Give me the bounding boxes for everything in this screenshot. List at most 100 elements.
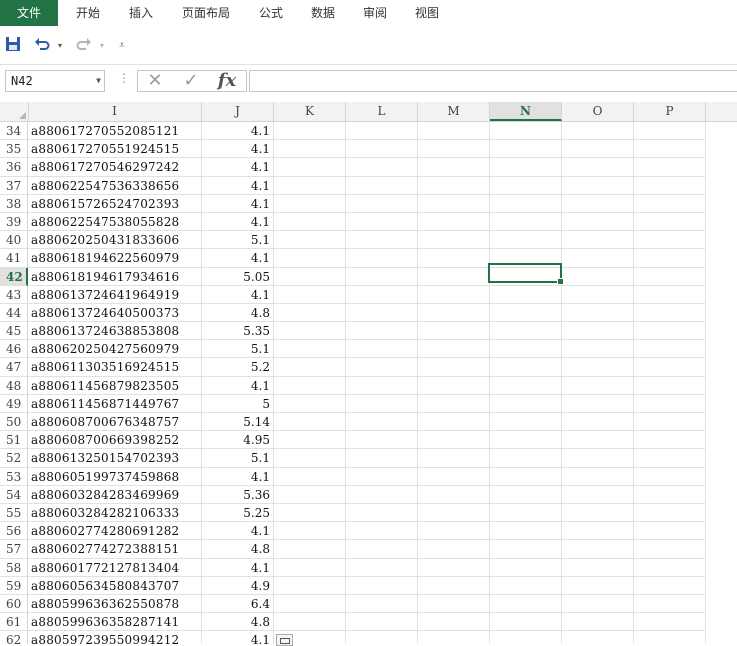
- cell-i[interactable]: a880603284282106333: [28, 503, 202, 523]
- row-header[interactable]: 35: [0, 140, 28, 159]
- empty-cell[interactable]: [490, 576, 562, 595]
- cell-j[interactable]: 4.1: [202, 631, 274, 644]
- empty-cell[interactable]: [346, 285, 418, 304]
- name-box[interactable]: N42 ▼: [5, 70, 105, 92]
- empty-cell[interactable]: [346, 576, 418, 595]
- empty-cell[interactable]: [346, 340, 418, 359]
- empty-cell[interactable]: [346, 485, 418, 504]
- row-header[interactable]: 60: [0, 594, 28, 614]
- select-all-button[interactable]: [0, 102, 29, 121]
- empty-cell[interactable]: [490, 340, 562, 359]
- empty-cell[interactable]: [562, 140, 634, 159]
- empty-cell[interactable]: [490, 376, 562, 395]
- cell-i[interactable]: a880601772127813404: [28, 558, 202, 577]
- cell-i[interactable]: a880611456879823505: [28, 376, 202, 395]
- empty-cell[interactable]: [562, 231, 634, 250]
- empty-cell[interactable]: [490, 322, 562, 341]
- cell-j[interactable]: 4.1: [202, 140, 274, 159]
- empty-cell[interactable]: [346, 267, 418, 286]
- empty-cell[interactable]: [346, 394, 418, 413]
- cell-j[interactable]: 4.1: [202, 176, 274, 195]
- cell-i[interactable]: a880602774272388151: [28, 540, 202, 559]
- empty-cell[interactable]: [562, 558, 634, 577]
- column-header-l[interactable]: L: [346, 102, 418, 121]
- cell-j[interactable]: 5.25: [202, 503, 274, 523]
- empty-cell[interactable]: [490, 594, 562, 614]
- empty-cell[interactable]: [418, 176, 490, 195]
- empty-cell[interactable]: [634, 194, 706, 213]
- empty-cell[interactable]: [490, 613, 562, 632]
- empty-cell[interactable]: [490, 303, 562, 323]
- cell-j[interactable]: 4.1: [202, 194, 274, 213]
- empty-cell[interactable]: [346, 431, 418, 450]
- empty-cell[interactable]: [274, 594, 346, 614]
- empty-cell[interactable]: [418, 194, 490, 213]
- cell-i[interactable]: a880611303516924515: [28, 358, 202, 377]
- empty-cell[interactable]: [562, 358, 634, 377]
- empty-cell[interactable]: [562, 340, 634, 359]
- cell-i[interactable]: a880620250431833606: [28, 231, 202, 250]
- empty-cell[interactable]: [490, 231, 562, 250]
- cell-i[interactable]: a880603284283469969: [28, 485, 202, 504]
- row-header[interactable]: 37: [0, 176, 28, 195]
- cell-j[interactable]: 4.1: [202, 467, 274, 486]
- row-header[interactable]: 58: [0, 558, 28, 577]
- cell-i[interactable]: a880605199737459868: [28, 467, 202, 486]
- empty-cell[interactable]: [274, 613, 346, 632]
- empty-cell[interactable]: [274, 140, 346, 159]
- empty-cell[interactable]: [346, 194, 418, 213]
- empty-cell[interactable]: [562, 576, 634, 595]
- insert-function-icon[interactable]: fx: [214, 71, 240, 91]
- empty-cell[interactable]: [490, 140, 562, 159]
- cell-i[interactable]: a880602774280691282: [28, 522, 202, 541]
- cell-j[interactable]: 5: [202, 394, 274, 413]
- empty-cell[interactable]: [274, 176, 346, 195]
- empty-cell[interactable]: [346, 449, 418, 468]
- empty-cell[interactable]: [562, 394, 634, 413]
- empty-cell[interactable]: [274, 303, 346, 323]
- formula-input[interactable]: [249, 70, 737, 92]
- empty-cell[interactable]: [418, 449, 490, 468]
- empty-cell[interactable]: [274, 322, 346, 341]
- empty-cell[interactable]: [418, 322, 490, 341]
- chevron-down-icon[interactable]: ▼: [96, 71, 101, 91]
- cell-j[interactable]: 5.1: [202, 449, 274, 468]
- empty-cell[interactable]: [562, 467, 634, 486]
- empty-cell[interactable]: [634, 594, 706, 614]
- cell-j[interactable]: 4.95: [202, 431, 274, 450]
- cell-i[interactable]: a880615726524702393: [28, 194, 202, 213]
- row-header[interactable]: 61: [0, 613, 28, 632]
- empty-cell[interactable]: [490, 122, 562, 141]
- empty-cell[interactable]: [634, 322, 706, 341]
- row-header[interactable]: 54: [0, 485, 28, 504]
- empty-cell[interactable]: [490, 558, 562, 577]
- empty-cell[interactable]: [634, 267, 706, 286]
- row-header[interactable]: 51: [0, 431, 28, 450]
- empty-cell[interactable]: [562, 540, 634, 559]
- empty-cell[interactable]: [274, 376, 346, 395]
- empty-cell[interactable]: [274, 285, 346, 304]
- cell-i[interactable]: a880613250154702393: [28, 449, 202, 468]
- row-header[interactable]: 48: [0, 376, 28, 395]
- empty-cell[interactable]: [418, 540, 490, 559]
- empty-cell[interactable]: [418, 485, 490, 504]
- empty-cell[interactable]: [418, 467, 490, 486]
- empty-cell[interactable]: [346, 122, 418, 141]
- empty-cell[interactable]: [346, 158, 418, 177]
- empty-cell[interactable]: [490, 358, 562, 377]
- empty-cell[interactable]: [634, 503, 706, 523]
- cell-i[interactable]: a880611456871449767: [28, 394, 202, 413]
- column-header-i[interactable]: I: [28, 102, 202, 121]
- empty-cell[interactable]: [634, 540, 706, 559]
- row-header[interactable]: 49: [0, 394, 28, 413]
- empty-cell[interactable]: [274, 158, 346, 177]
- empty-cell[interactable]: [418, 303, 490, 323]
- empty-cell[interactable]: [490, 413, 562, 432]
- column-header-j[interactable]: J: [202, 102, 274, 121]
- cell-j[interactable]: 4.9: [202, 576, 274, 595]
- empty-cell[interactable]: [274, 576, 346, 595]
- empty-cell[interactable]: [418, 613, 490, 632]
- empty-cell[interactable]: [274, 431, 346, 450]
- empty-cell[interactable]: [418, 140, 490, 159]
- empty-cell[interactable]: [634, 522, 706, 541]
